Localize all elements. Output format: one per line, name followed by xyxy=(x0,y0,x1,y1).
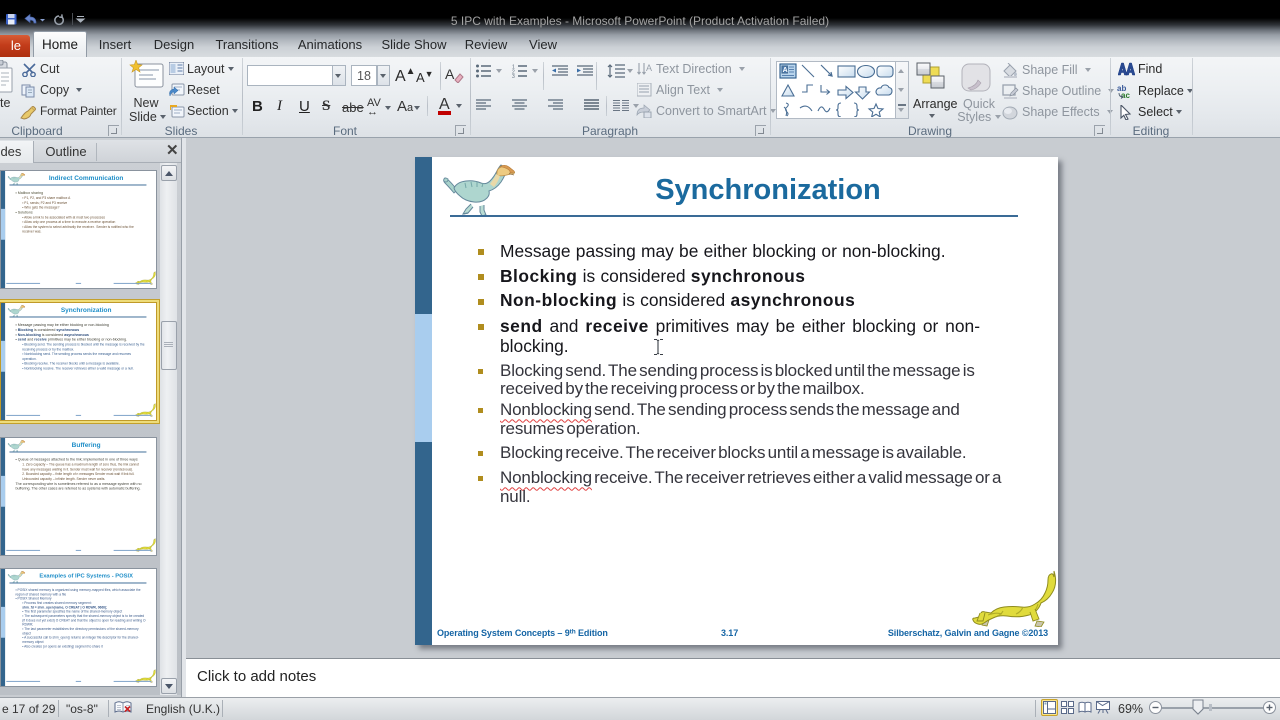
svg-text:A: A xyxy=(445,66,455,82)
svg-text:3: 3 xyxy=(512,74,515,78)
svg-text:A: A xyxy=(646,63,652,73)
svg-text:A: A xyxy=(783,67,788,74)
